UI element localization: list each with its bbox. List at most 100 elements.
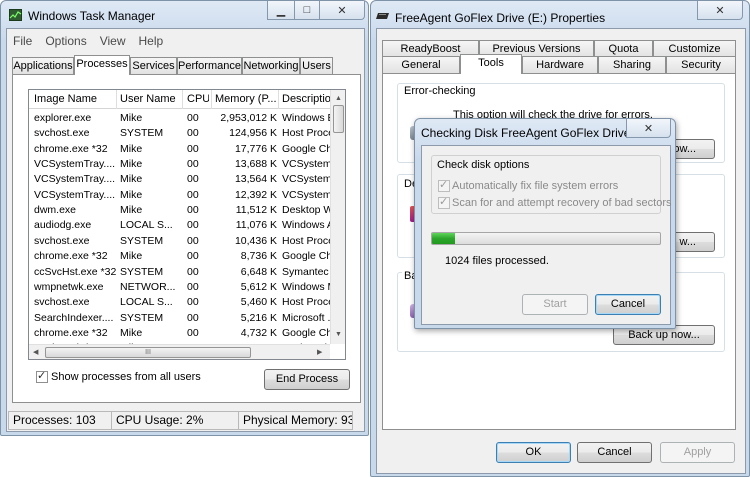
cell-memory: 17,776 K [234,142,277,155]
table-row[interactable]: explorer.exe Mike 00 2,953,012 K Windows E [29,111,330,126]
ok-button[interactable]: OK [496,442,571,463]
tab-networking[interactable]: Networking [242,57,300,74]
cell-cpu: 00 [187,280,199,293]
cell-user-name: SYSTEM [120,265,164,278]
cell-user-name: Mike [120,173,143,186]
table-row[interactable]: dwm.exe Mike 00 11,512 K Desktop W [29,203,330,218]
cell-cpu: 00 [187,311,199,324]
progress-bar [431,232,661,245]
tab-users[interactable]: Users [300,57,333,74]
table-row[interactable]: VCSystemTray.... Mike 00 13,564 K VCSystemT [29,172,330,187]
cell-memory: 6,648 K [240,265,277,278]
menu-options[interactable]: Options [45,34,86,48]
window-title: Windows Task Manager [28,9,156,23]
cell-image-name: chrome.exe *32 [34,326,108,339]
close-button[interactable]: ✕ [697,1,743,20]
cell-user-name: SYSTEM [120,234,164,247]
cell-memory: 11,076 K [235,219,277,232]
table-row[interactable]: svchost.exe SYSTEM 00 10,436 K Host Proce [29,234,330,249]
cell-memory: 10,436 K [234,234,277,247]
column-description[interactable]: Description [282,93,332,105]
cell-cpu: 00 [187,112,199,124]
cell-image-name: ccSvcHst.exe *32 [34,265,116,278]
tab-security[interactable]: Security [666,56,736,73]
table-row[interactable]: SearchIndexer.... SYSTEM 00 5,216 K Microsof… [29,311,330,326]
cell-image-name: svchost.exe [34,296,90,309]
close-button[interactable]: ✕ [319,1,365,20]
cell-cpu: 00 [187,142,199,155]
cell-cpu: 00 [187,250,199,263]
column-memory[interactable]: Memory (P... [215,93,277,105]
close-icon: ✕ [715,4,725,17]
table-row[interactable]: chrome.exe *32 Mike 00 17,776 K Google Chr [29,142,330,157]
apply-button[interactable]: Apply [660,442,735,463]
cell-image-name: VCSystemTray.... [34,173,116,186]
status-cpu-usage: CPU Usage: 2% [111,411,238,430]
cancel-button[interactable]: Cancel [595,294,661,315]
table-row[interactable]: svchost.exe LOCAL S... 00 5,460 K Host Proce [29,295,330,310]
menu-view[interactable]: View [100,34,126,48]
vertical-scrollbar[interactable]: ▲ ▼ [330,90,345,344]
column-cpu[interactable]: CPU [187,93,209,105]
cell-memory: 5,460 K [240,296,277,309]
cell-image-name: svchost.exe [34,234,90,247]
table-row[interactable]: ccSvcHst.exe *32 SYSTEM 00 6,648 K Symantec [29,265,329,280]
start-button[interactable]: Start [522,294,588,315]
horizontal-scroll-thumb[interactable]: III [45,347,251,358]
menu-file[interactable]: File [13,34,32,48]
tab-hardware[interactable]: Hardware [522,56,598,73]
menu-help[interactable]: Help [139,34,164,48]
tab-general[interactable]: General [382,56,460,73]
cell-image-name: SearchIndexer.... [34,311,114,324]
close-button[interactable]: ✕ [626,119,671,138]
cell-image-name: explorer.exe [34,112,92,124]
tab-quota[interactable]: Quota [594,40,653,57]
tab-sharing[interactable]: Sharing [598,56,666,73]
horizontal-scrollbar[interactable]: ◀ III ▶ [29,344,330,359]
cell-cpu: 00 [187,326,199,339]
cell-cpu: 00 [187,158,199,171]
cancel-button[interactable]: Cancel [577,442,652,463]
column-user-name[interactable]: User Name [120,93,182,105]
table-row[interactable]: chrome.exe *32 Mike 00 4,732 K Google Chr [29,326,330,341]
show-all-users-label[interactable]: Show processes from all users [51,371,201,383]
cell-description: Host Proce [282,234,330,247]
table-row[interactable]: VCSystemTray.... Mike 00 13,688 K VCSystemT [29,157,330,172]
tab-customize[interactable]: Customize [653,40,736,57]
cell-description: Host Proce [282,127,330,140]
cell-image-name: svchost.exe [34,127,90,140]
auto-fix-checkbox[interactable] [438,178,450,192]
cell-user-name: Mike [120,158,143,171]
table-row[interactable]: VCSystemTray.... Mike 00 12,392 K VCSystemT [29,188,330,203]
cell-user-name: Mike [120,250,143,263]
cell-description: Google Chr [282,250,330,263]
tab-tools[interactable]: Tools [460,54,522,74]
cell-memory: 12,392 K [234,188,277,201]
process-list[interactable]: Image Name User Name CPU Memory (P... De… [28,89,346,360]
scroll-up-icon[interactable]: ▲ [335,95,342,102]
tab-services[interactable]: Services [130,57,177,74]
show-all-users-checkbox[interactable] [36,369,48,383]
auto-fix-label: Automatically fix file system errors [452,180,619,192]
scan-bad-sectors-checkbox[interactable] [438,195,450,209]
table-row[interactable]: chrome.exe *32 Mike 00 8,736 K Google Chr [29,249,330,264]
cell-image-name: chrome.exe *32 [34,250,108,263]
scroll-left-icon[interactable]: ◀ [33,348,38,356]
table-row[interactable]: audiodg.exe LOCAL S... 00 11,076 K Windows A [29,218,330,233]
cell-memory: 5,612 K [240,280,277,293]
tab-applications[interactable]: Applications [12,57,74,74]
column-image-name[interactable]: Image Name [34,93,116,105]
cell-memory: 5,216 K [240,311,277,324]
minimize-button[interactable]: ▁ [267,1,295,20]
maximize-button[interactable]: □ [294,1,320,20]
cell-image-name: audiodg.exe [34,219,92,232]
tab-processes[interactable]: Processes [74,55,130,75]
scroll-right-icon[interactable]: ▶ [317,348,322,356]
vertical-scroll-thumb[interactable] [333,105,344,133]
tab-performance[interactable]: Performance [177,57,242,74]
end-process-button[interactable]: End Process [264,369,350,390]
table-row[interactable]: wmpnetwk.exe NETWOR... 00 5,612 K Windows M [29,280,330,295]
status-bar: Processes: 103 CPU Usage: 2% Physical Me… [8,411,353,430]
table-row[interactable]: svchost.exe SYSTEM 00 124,956 K Host Proce [29,126,330,141]
scroll-down-icon[interactable]: ▼ [335,331,342,338]
